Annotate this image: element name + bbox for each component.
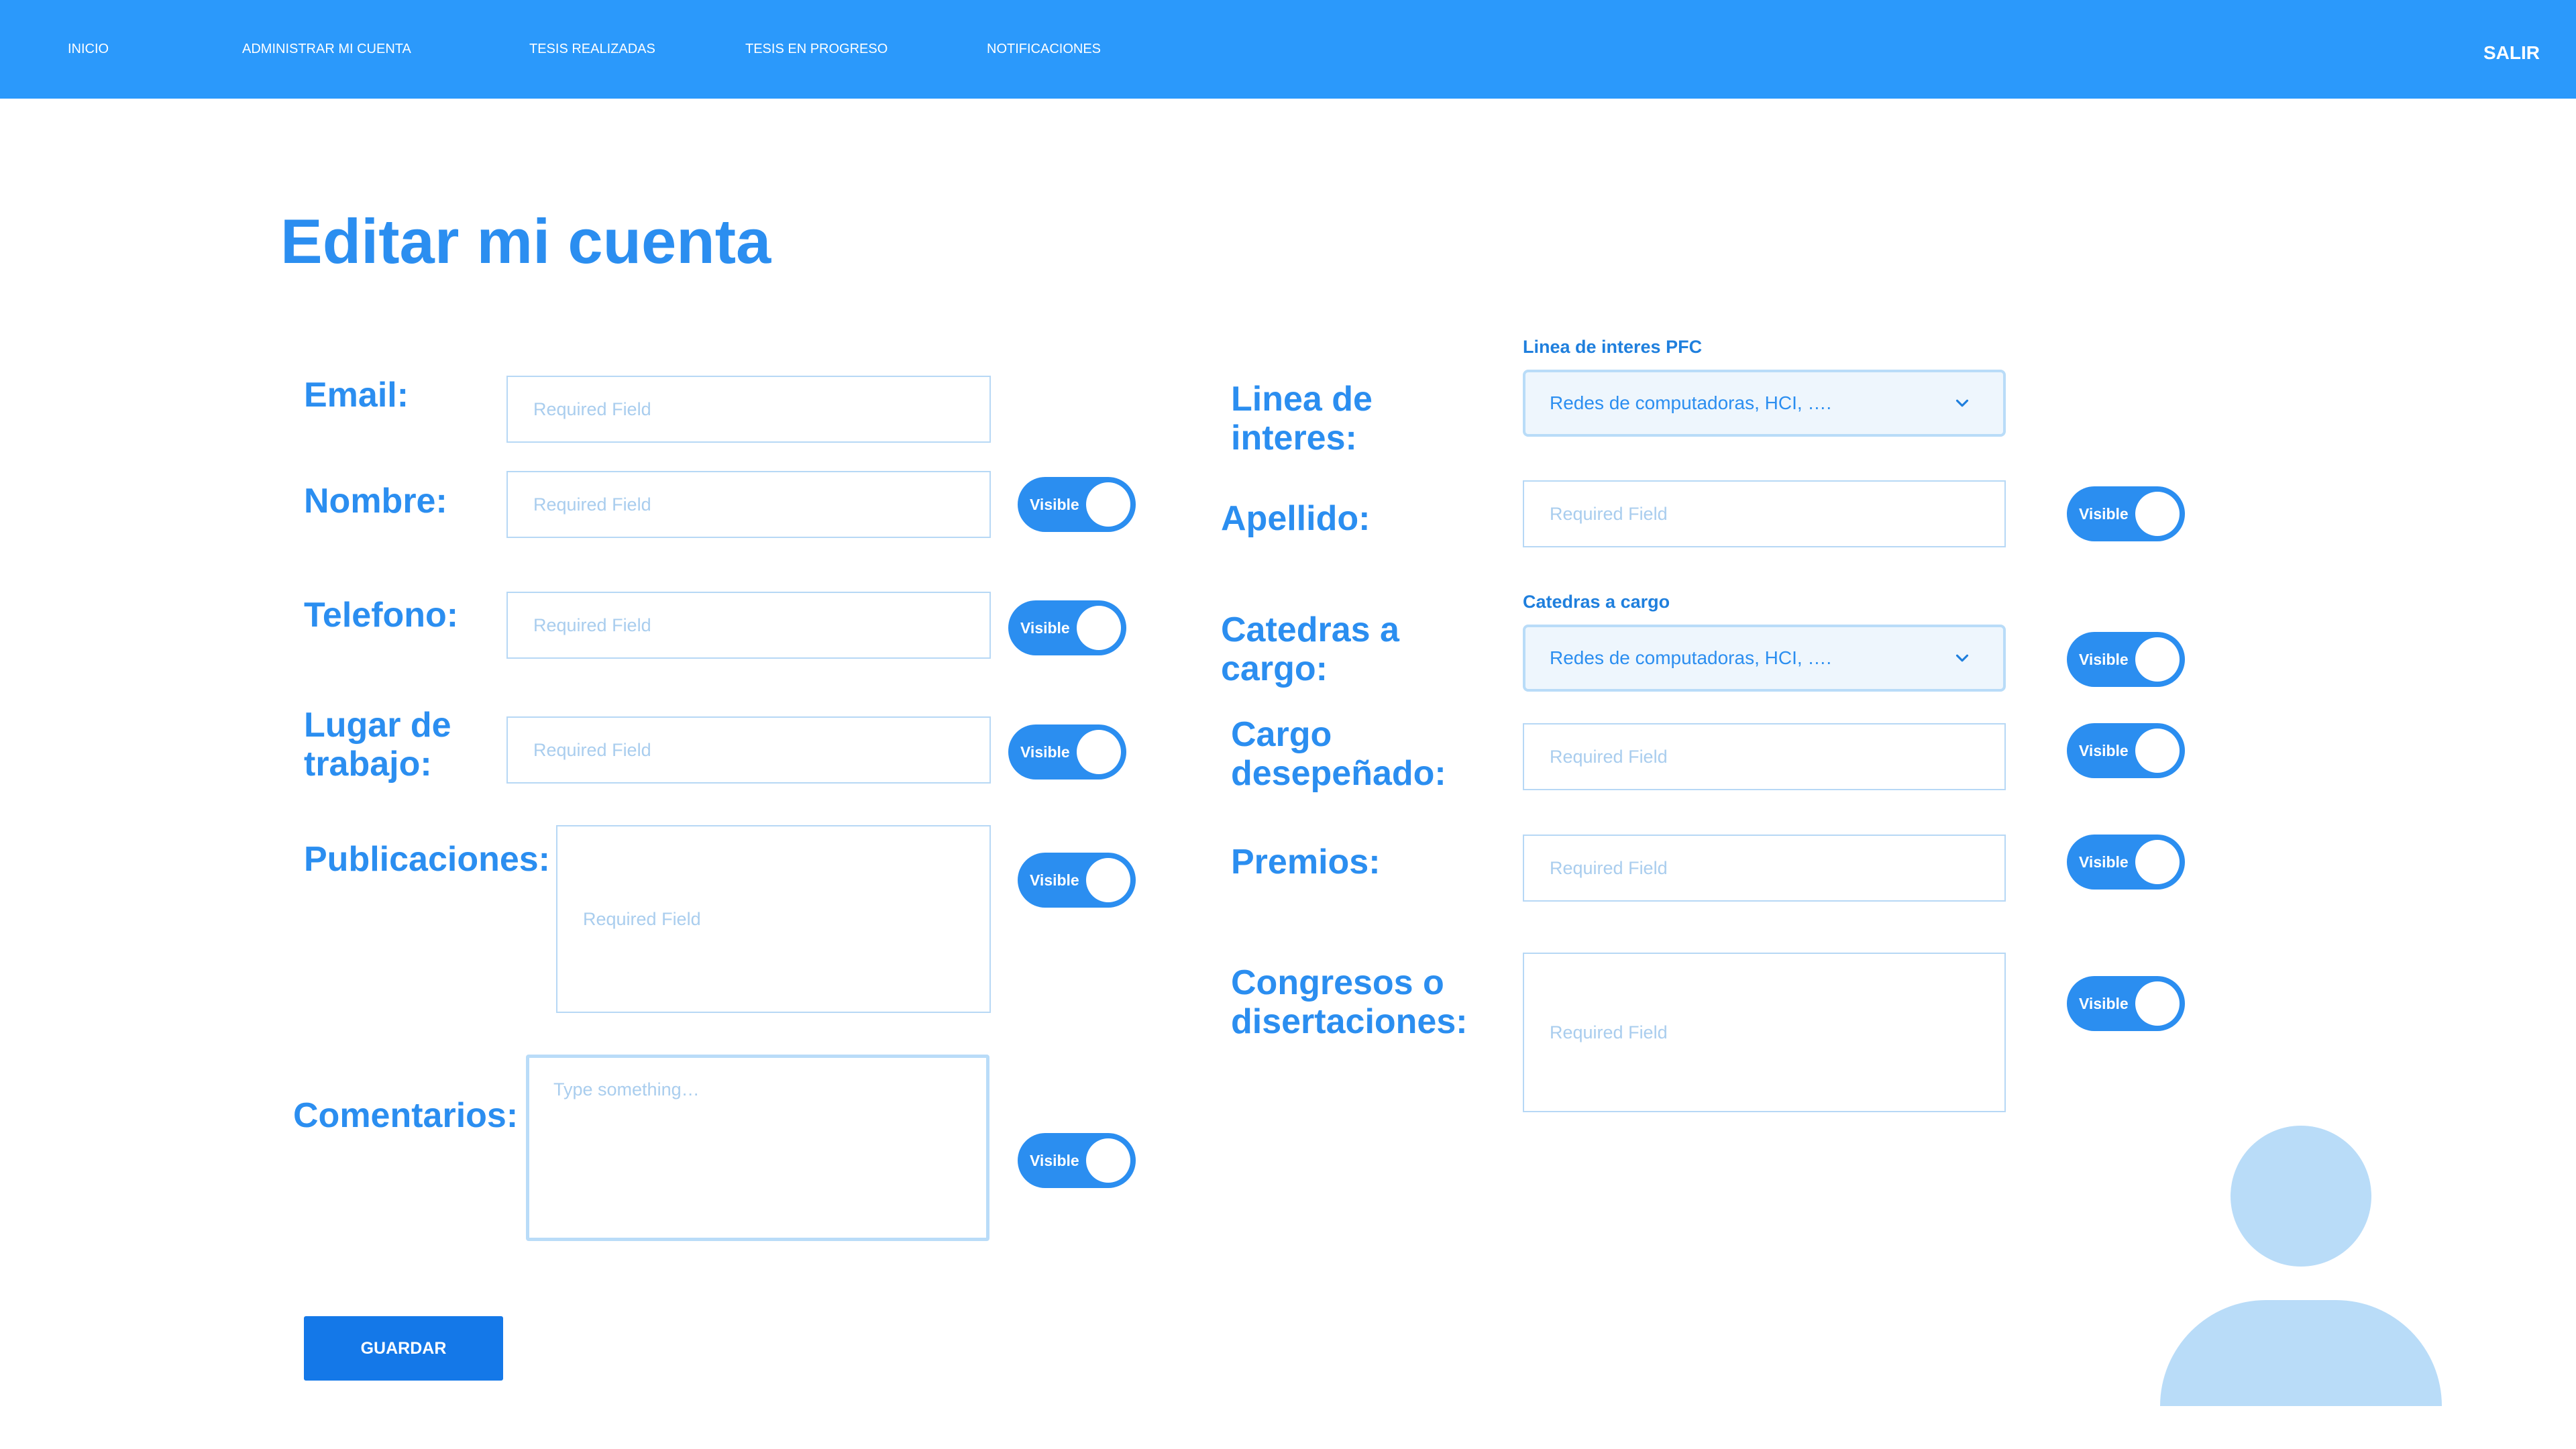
cargo-visibility-toggle[interactable]: Visible <box>2067 723 2185 778</box>
toggle-label: Visible <box>2079 505 2129 523</box>
toggle-label: Visible <box>2079 995 2129 1012</box>
comentarios-textarea[interactable]: Type something… <box>526 1055 989 1241</box>
toggle-knob <box>2135 492 2180 536</box>
nombre-field[interactable]: Required Field <box>506 471 991 538</box>
toggle-knob <box>2135 981 2180 1026</box>
toggle-knob <box>2135 729 2180 773</box>
premios-label: Premios: <box>1231 843 1381 881</box>
toggle-label: Visible <box>2079 742 2129 759</box>
premios-field[interactable]: Required Field <box>1523 835 2006 902</box>
linea-interes-label: Linea de interes: <box>1231 380 1373 458</box>
catedras-value: Redes de computadoras, HCI, …. <box>1550 647 1832 668</box>
toggle-knob <box>1086 1138 1130 1183</box>
nombre-label: Nombre: <box>304 482 447 521</box>
toggle-label: Visible <box>2079 651 2129 668</box>
publicaciones-visibility-toggle[interactable]: Visible <box>1018 853 1136 908</box>
lugar-trabajo-visibility-toggle[interactable]: Visible <box>1008 724 1126 780</box>
nav-item-inicio[interactable]: INICIO <box>68 42 109 57</box>
cargo-label: Cargo desepeñado: <box>1231 715 1446 793</box>
linea-interes-select[interactable]: Redes de computadoras, HCI, …. <box>1523 370 2006 437</box>
publicaciones-label: Publicaciones: <box>304 840 550 879</box>
toggle-knob <box>1077 730 1121 774</box>
chevron-down-icon <box>1955 399 1969 407</box>
catedras-label: Catedras a cargo: <box>1221 610 1399 688</box>
toggle-label: Visible <box>1030 1152 1079 1169</box>
toggle-knob <box>1077 606 1121 650</box>
nombre-visibility-toggle[interactable]: Visible <box>1018 477 1136 532</box>
chevron-down-icon <box>1955 654 1969 662</box>
lugar-trabajo-label: Lugar de trabajo: <box>304 706 451 784</box>
toggle-label: Visible <box>2079 853 2129 871</box>
toggle-label: Visible <box>1030 496 1079 513</box>
publicaciones-field[interactable]: Required Field <box>556 825 991 1013</box>
avatar-body <box>2160 1300 2442 1406</box>
congresos-field[interactable]: Required Field <box>1523 953 2006 1112</box>
telefono-visibility-toggle[interactable]: Visible <box>1008 600 1126 655</box>
telefono-field[interactable]: Required Field <box>506 592 991 659</box>
page-title: Editar mi cuenta <box>280 206 771 276</box>
toggle-label: Visible <box>1020 743 1070 761</box>
toggle-knob <box>2135 637 2180 682</box>
nav-item-tesis-realizadas[interactable]: TESIS REALIZADAS <box>529 42 655 57</box>
linea-interes-value: Redes de computadoras, HCI, …. <box>1550 392 1832 413</box>
apellido-field[interactable]: Required Field <box>1523 480 2006 547</box>
apellido-visibility-toggle[interactable]: Visible <box>2067 486 2185 541</box>
apellido-label: Apellido: <box>1221 499 1371 538</box>
toggle-label: Visible <box>1020 619 1070 637</box>
toggle-knob <box>1086 858 1130 902</box>
nav-item-administrar-cuenta[interactable]: ADMINISTRAR MI CUENTA <box>242 42 411 57</box>
lugar-trabajo-field[interactable]: Required Field <box>506 716 991 784</box>
congresos-label: Congresos o disertaciones: <box>1231 963 1468 1041</box>
premios-visibility-toggle[interactable]: Visible <box>2067 835 2185 890</box>
nav-item-tesis-en-progreso[interactable]: TESIS EN PROGRESO <box>745 42 888 57</box>
catedras-visibility-toggle[interactable]: Visible <box>2067 632 2185 687</box>
email-label: Email: <box>304 376 409 415</box>
telefono-label: Telefono: <box>304 596 459 635</box>
catedras-caption: Catedras a cargo <box>1523 592 1670 612</box>
linea-interes-caption: Linea de interes PFC <box>1523 337 1703 357</box>
email-field[interactable]: Required Field <box>506 376 991 443</box>
top-nav-bar: INICIO ADMINISTRAR MI CUENTA TESIS REALI… <box>0 0 2576 99</box>
toggle-label: Visible <box>1030 871 1079 889</box>
avatar-head <box>2231 1126 2371 1267</box>
cargo-field[interactable]: Required Field <box>1523 723 2006 790</box>
nav-item-notificaciones[interactable]: NOTIFICACIONES <box>987 42 1101 57</box>
comentarios-label: Comentarios: <box>293 1096 519 1135</box>
catedras-select[interactable]: Redes de computadoras, HCI, …. <box>1523 625 2006 692</box>
logout-link[interactable]: SALIR <box>2483 42 2540 64</box>
comentarios-visibility-toggle[interactable]: Visible <box>1018 1133 1136 1188</box>
toggle-knob <box>1086 482 1130 527</box>
toggle-knob <box>2135 840 2180 884</box>
congresos-visibility-toggle[interactable]: Visible <box>2067 976 2185 1031</box>
save-button[interactable]: GUARDAR <box>304 1316 503 1381</box>
